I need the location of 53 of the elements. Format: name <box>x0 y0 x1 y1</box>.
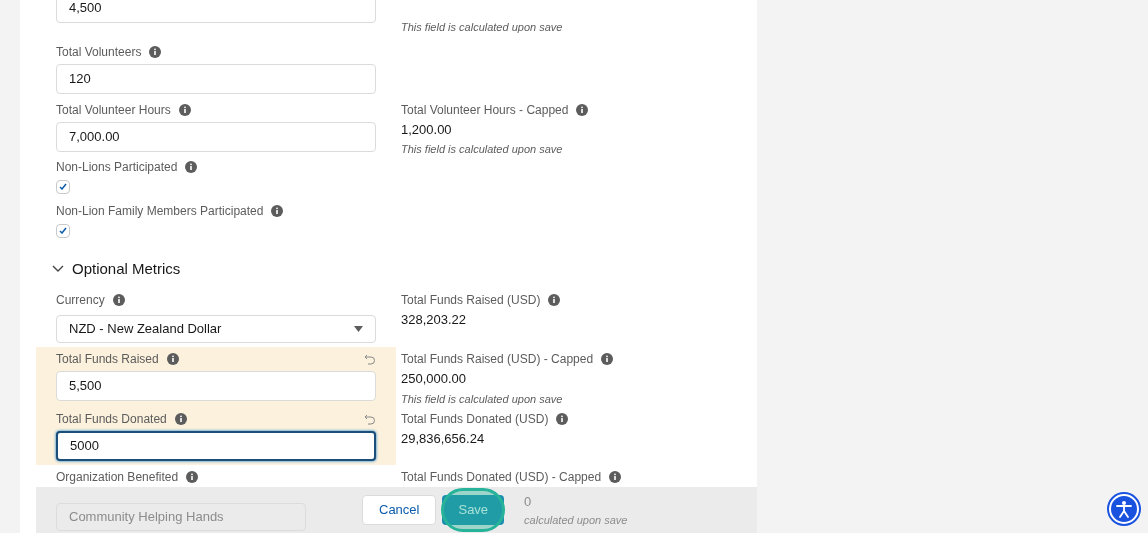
info-icon <box>548 294 561 306</box>
info-icon <box>178 103 191 116</box>
undo-icon[interactable] <box>364 353 376 365</box>
input-field[interactable]: 4,500 <box>56 0 376 23</box>
field-value: 250,000.00 <box>401 370 468 388</box>
field-value: 1,200.00 <box>401 120 453 139</box>
field-label: Total Funds Raised <box>56 351 159 368</box>
field-value: 328,203.22 <box>401 311 468 329</box>
info-icon <box>149 45 162 58</box>
check-icon <box>59 183 67 190</box>
field-label: Total Funds Donated <box>56 411 167 428</box>
info-icon <box>609 471 622 483</box>
input-field[interactable]: 5000 <box>56 431 376 461</box>
dropdown-caret-icon <box>354 326 363 332</box>
calculation-note: calculated upon save <box>524 512 628 528</box>
input-field[interactable]: 7,000.00 <box>56 121 376 152</box>
field-label: Total Funds Donated (USD) <box>401 411 549 428</box>
info-icon <box>185 160 198 173</box>
info-icon <box>576 103 589 116</box>
field-label: Total Volunteer Hours - Capped <box>401 101 569 119</box>
info-icon <box>166 353 179 365</box>
calculation-note: This field is calculated upon save <box>401 391 564 407</box>
field-label: Total Funds Donated (USD) - Capped <box>401 469 602 486</box>
section-title[interactable]: Optional Metrics <box>72 257 181 280</box>
info-icon <box>174 413 187 425</box>
field-label: Currency <box>56 292 105 309</box>
currency-select[interactable]: NZD - New Zealand Dollar <box>56 315 376 343</box>
input-field[interactable]: 120 <box>56 63 376 94</box>
undo-icon[interactable] <box>364 413 376 425</box>
cancel-button[interactable]: Cancel <box>362 495 437 525</box>
info-icon <box>186 471 199 483</box>
field-value: 0 <box>524 493 533 511</box>
person-icon <box>1116 500 1132 518</box>
field-label: Organization Benefited <box>56 469 179 486</box>
chevron-icon[interactable] <box>52 264 64 273</box>
calculation-note: This field is calculated upon save <box>401 20 564 35</box>
field-value: 29,836,656.24 <box>401 430 486 448</box>
calculation-note: This field is calculated upon save <box>401 142 564 157</box>
info-icon <box>556 413 569 425</box>
field-label: Non-Lion Family Members Participated <box>56 202 264 220</box>
accessibility-button[interactable] <box>1109 494 1139 524</box>
field-label: Total Funds Raised (USD) - Capped <box>401 351 594 368</box>
info-icon <box>112 294 125 306</box>
field-label: Total Funds Raised (USD) <box>401 292 541 309</box>
field-label: Total Volunteer Hours <box>56 101 171 119</box>
info-icon <box>601 353 614 365</box>
checkbox[interactable] <box>56 179 70 194</box>
checkbox[interactable] <box>56 223 70 238</box>
check-icon <box>59 227 67 234</box>
field-label: Total Volunteers <box>56 43 142 61</box>
input-field[interactable]: 5,500 <box>56 371 376 401</box>
field-label: Non-Lions Participated <box>56 158 178 176</box>
info-icon <box>271 204 284 217</box>
